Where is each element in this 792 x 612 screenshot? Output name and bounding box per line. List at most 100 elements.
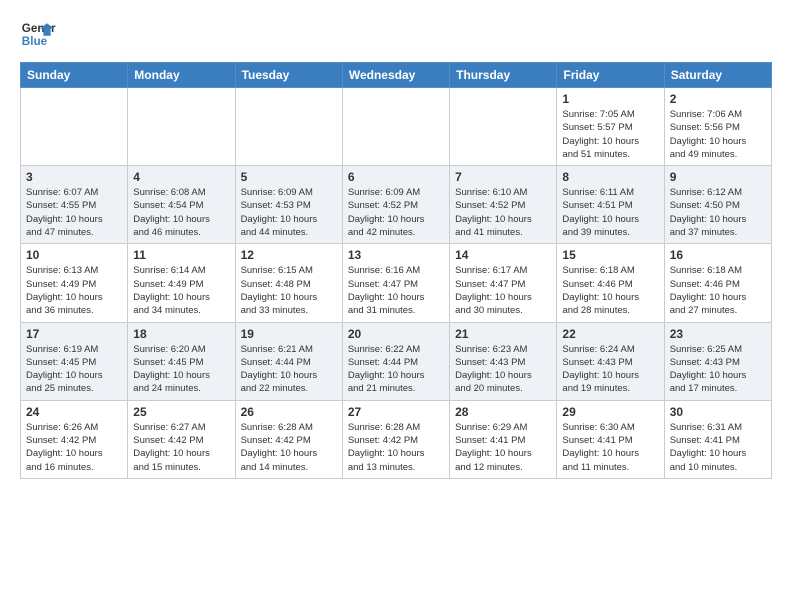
day-info: Sunrise: 6:09 AM Sunset: 4:53 PM Dayligh… [241, 186, 337, 239]
calendar-cell [342, 88, 449, 166]
day-info: Sunrise: 6:20 AM Sunset: 4:45 PM Dayligh… [133, 343, 229, 396]
day-info: Sunrise: 6:28 AM Sunset: 4:42 PM Dayligh… [348, 421, 444, 474]
calendar-cell: 10 Sunrise: 6:13 AM Sunset: 4:49 PM Dayli… [21, 244, 128, 322]
calendar-week-row: 17Sunrise: 6:19 AM Sunset: 4:45 PM Dayli… [21, 322, 772, 400]
calendar-week-row: 3 Sunrise: 6:07 AM Sunset: 4:55 PM Daylig… [21, 166, 772, 244]
day-info: Sunrise: 6:15 AM Sunset: 4:48 PM Dayligh… [241, 264, 337, 317]
day-number: 28 [455, 405, 551, 419]
calendar-cell: 24 Sunrise: 6:26 AM Sunset: 4:42 PM Dayli… [21, 400, 128, 478]
calendar-cell: 29 Sunrise: 6:30 AM Sunset: 4:41 PM Dayli… [557, 400, 664, 478]
day-info: Sunrise: 6:08 AM Sunset: 4:54 PM Dayligh… [133, 186, 229, 239]
day-info: Sunrise: 6:17 AM Sunset: 4:47 PM Dayligh… [455, 264, 551, 317]
day-number: 22 [562, 327, 658, 341]
weekday-header-sunday: Sunday [21, 63, 128, 88]
page-header: General Blue [20, 16, 772, 52]
calendar-cell: 22Sunrise: 6:24 AM Sunset: 4:43 PM Dayli… [557, 322, 664, 400]
calendar-week-row: 10 Sunrise: 6:13 AM Sunset: 4:49 PM Dayli… [21, 244, 772, 322]
day-info: Sunrise: 6:27 AM Sunset: 4:42 PM Dayligh… [133, 421, 229, 474]
calendar-cell: 14Sunrise: 6:17 AM Sunset: 4:47 PM Dayli… [450, 244, 557, 322]
calendar-cell: 15 Sunrise: 6:18 AM Sunset: 4:46 PM Dayli… [557, 244, 664, 322]
day-number: 1 [562, 92, 658, 106]
day-number: 21 [455, 327, 551, 341]
day-info: Sunrise: 7:06 AM Sunset: 5:56 PM Dayligh… [670, 108, 766, 161]
calendar-cell [235, 88, 342, 166]
calendar-cell: 25 Sunrise: 6:27 AM Sunset: 4:42 PM Dayli… [128, 400, 235, 478]
day-number: 10 [26, 248, 122, 262]
day-number: 26 [241, 405, 337, 419]
day-number: 12 [241, 248, 337, 262]
weekday-header-friday: Friday [557, 63, 664, 88]
day-number: 20 [348, 327, 444, 341]
day-number: 23 [670, 327, 766, 341]
day-number: 11 [133, 248, 229, 262]
weekday-header-saturday: Saturday [664, 63, 771, 88]
calendar-cell: 11 Sunrise: 6:14 AM Sunset: 4:49 PM Dayli… [128, 244, 235, 322]
day-number: 25 [133, 405, 229, 419]
day-info: Sunrise: 6:18 AM Sunset: 4:46 PM Dayligh… [562, 264, 658, 317]
calendar-cell: 1Sunrise: 7:05 AM Sunset: 5:57 PM Daylig… [557, 88, 664, 166]
weekday-header-tuesday: Tuesday [235, 63, 342, 88]
calendar-cell: 6 Sunrise: 6:09 AM Sunset: 4:52 PM Daylig… [342, 166, 449, 244]
calendar-cell: 23 Sunrise: 6:25 AM Sunset: 4:43 PM Dayli… [664, 322, 771, 400]
day-info: Sunrise: 6:18 AM Sunset: 4:46 PM Dayligh… [670, 264, 766, 317]
day-number: 15 [562, 248, 658, 262]
day-info: Sunrise: 6:14 AM Sunset: 4:49 PM Dayligh… [133, 264, 229, 317]
calendar-cell: 7 Sunrise: 6:10 AM Sunset: 4:52 PM Daylig… [450, 166, 557, 244]
day-number: 29 [562, 405, 658, 419]
day-info: Sunrise: 6:16 AM Sunset: 4:47 PM Dayligh… [348, 264, 444, 317]
weekday-header-monday: Monday [128, 63, 235, 88]
day-info: Sunrise: 6:30 AM Sunset: 4:41 PM Dayligh… [562, 421, 658, 474]
day-info: Sunrise: 6:12 AM Sunset: 4:50 PM Dayligh… [670, 186, 766, 239]
day-info: Sunrise: 6:07 AM Sunset: 4:55 PM Dayligh… [26, 186, 122, 239]
day-number: 24 [26, 405, 122, 419]
calendar-cell: 2 Sunrise: 7:06 AM Sunset: 5:56 PM Daylig… [664, 88, 771, 166]
day-info: Sunrise: 6:11 AM Sunset: 4:51 PM Dayligh… [562, 186, 658, 239]
calendar-cell: 30 Sunrise: 6:31 AM Sunset: 4:41 PM Dayli… [664, 400, 771, 478]
calendar-cell: 26 Sunrise: 6:28 AM Sunset: 4:42 PM Dayli… [235, 400, 342, 478]
day-number: 13 [348, 248, 444, 262]
day-number: 30 [670, 405, 766, 419]
day-number: 4 [133, 170, 229, 184]
calendar-cell: 28 Sunrise: 6:29 AM Sunset: 4:41 PM Dayli… [450, 400, 557, 478]
calendar-cell: 3 Sunrise: 6:07 AM Sunset: 4:55 PM Daylig… [21, 166, 128, 244]
calendar-week-row: 24 Sunrise: 6:26 AM Sunset: 4:42 PM Dayli… [21, 400, 772, 478]
calendar-cell [21, 88, 128, 166]
day-number: 18 [133, 327, 229, 341]
weekday-header-row: SundayMondayTuesdayWednesdayThursdayFrid… [21, 63, 772, 88]
day-info: Sunrise: 6:09 AM Sunset: 4:52 PM Dayligh… [348, 186, 444, 239]
calendar-cell: 19Sunrise: 6:21 AM Sunset: 4:44 PM Dayli… [235, 322, 342, 400]
calendar-cell: 9 Sunrise: 6:12 AM Sunset: 4:50 PM Daylig… [664, 166, 771, 244]
calendar-cell: 16 Sunrise: 6:18 AM Sunset: 4:46 PM Dayli… [664, 244, 771, 322]
day-number: 9 [670, 170, 766, 184]
day-info: Sunrise: 6:13 AM Sunset: 4:49 PM Dayligh… [26, 264, 122, 317]
day-info: Sunrise: 6:10 AM Sunset: 4:52 PM Dayligh… [455, 186, 551, 239]
day-info: Sunrise: 6:23 AM Sunset: 4:43 PM Dayligh… [455, 343, 551, 396]
svg-text:Blue: Blue [22, 35, 48, 48]
day-number: 6 [348, 170, 444, 184]
day-info: Sunrise: 6:28 AM Sunset: 4:42 PM Dayligh… [241, 421, 337, 474]
day-info: Sunrise: 6:26 AM Sunset: 4:42 PM Dayligh… [26, 421, 122, 474]
calendar-cell: 5 Sunrise: 6:09 AM Sunset: 4:53 PM Daylig… [235, 166, 342, 244]
calendar-table: SundayMondayTuesdayWednesdayThursdayFrid… [20, 62, 772, 479]
day-info: Sunrise: 6:22 AM Sunset: 4:44 PM Dayligh… [348, 343, 444, 396]
day-number: 3 [26, 170, 122, 184]
calendar-cell [128, 88, 235, 166]
calendar-cell: 12 Sunrise: 6:15 AM Sunset: 4:48 PM Dayli… [235, 244, 342, 322]
calendar-cell: 20 Sunrise: 6:22 AM Sunset: 4:44 PM Dayli… [342, 322, 449, 400]
calendar-cell [450, 88, 557, 166]
day-number: 16 [670, 248, 766, 262]
day-info: Sunrise: 6:29 AM Sunset: 4:41 PM Dayligh… [455, 421, 551, 474]
calendar-cell: 21 Sunrise: 6:23 AM Sunset: 4:43 PM Dayli… [450, 322, 557, 400]
day-number: 2 [670, 92, 766, 106]
day-number: 5 [241, 170, 337, 184]
weekday-header-thursday: Thursday [450, 63, 557, 88]
day-info: Sunrise: 6:19 AM Sunset: 4:45 PM Dayligh… [26, 343, 122, 396]
day-number: 27 [348, 405, 444, 419]
day-info: Sunrise: 6:25 AM Sunset: 4:43 PM Dayligh… [670, 343, 766, 396]
day-number: 8 [562, 170, 658, 184]
calendar-cell: 27 Sunrise: 6:28 AM Sunset: 4:42 PM Dayli… [342, 400, 449, 478]
day-number: 7 [455, 170, 551, 184]
calendar-week-row: 1Sunrise: 7:05 AM Sunset: 5:57 PM Daylig… [21, 88, 772, 166]
day-info: Sunrise: 6:21 AM Sunset: 4:44 PM Dayligh… [241, 343, 337, 396]
day-info: Sunrise: 6:31 AM Sunset: 4:41 PM Dayligh… [670, 421, 766, 474]
